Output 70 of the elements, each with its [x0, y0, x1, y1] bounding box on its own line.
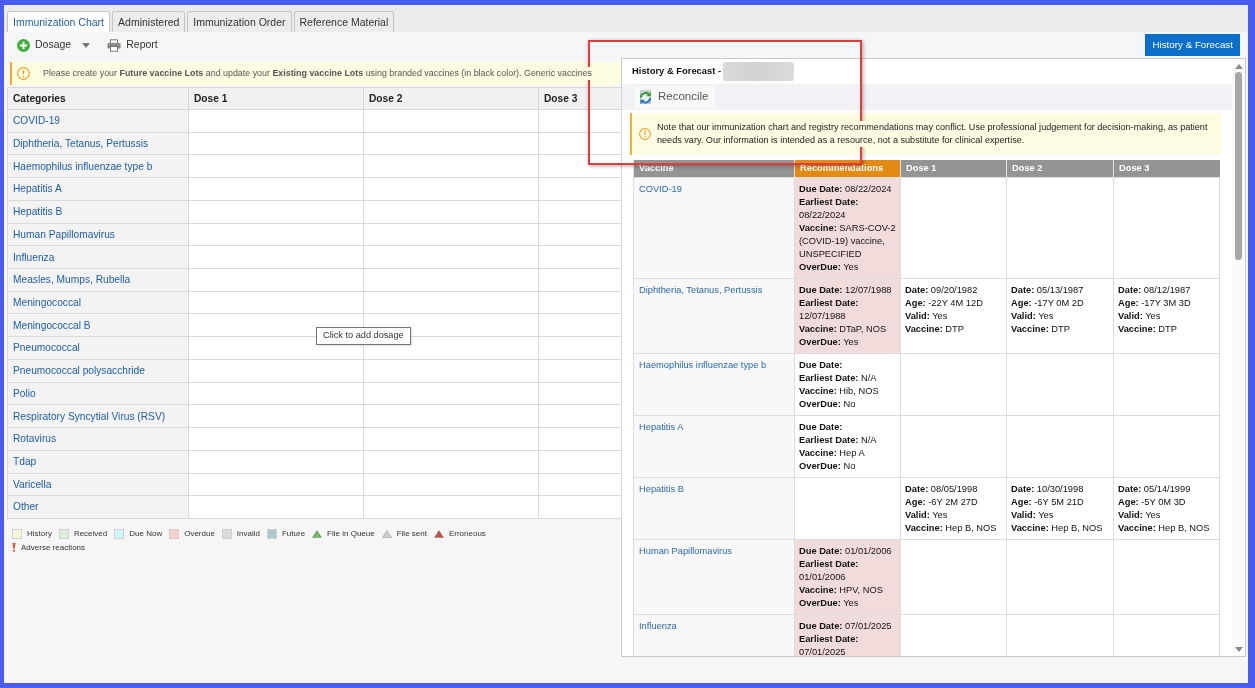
category-link[interactable]: Tdap — [13, 456, 37, 467]
notice-text: Please create your Future vaccine Lots and update your Existing vaccine Lots using branded vaccines (in black color). Generic vaccines — [43, 66, 593, 81]
legend-label: File in Queue — [327, 527, 375, 540]
legend-label: History — [27, 527, 52, 540]
reconcile-button[interactable]: Reconcile — [634, 86, 715, 108]
report-button[interactable]: Report — [107, 37, 158, 53]
dose-cell: Date: 05/14/1999 Age: -5Y 0M 3D Valid: Yes Vaccine: Hep B, NOS — [1113, 477, 1220, 539]
recommendation-cell: Due Date: Earliest Date: N/A Vaccine: Hib, NOS OverDue: No — [794, 353, 901, 415]
tab[interactable]: Immunization Chart — [7, 11, 111, 32]
recommendation-cell: Due Date: 12/07/1988 Earliest Date: 12/07/1988 Vaccine: DTaP, NOS OverDue: Yes — [794, 278, 901, 353]
vaccine-link[interactable]: Human Papillomavirus — [639, 545, 732, 556]
category-link[interactable]: Rotavirus — [13, 433, 57, 445]
alert-icon — [639, 128, 651, 140]
tab[interactable]: Reference Material — [293, 11, 395, 32]
column-header: Recommendations — [794, 160, 901, 177]
category-link[interactable]: Hepatitis B — [13, 206, 63, 218]
category-link[interactable]: Influenza — [13, 251, 55, 263]
category-link[interactable]: Varicella — [13, 478, 52, 490]
dose-cell: Date: 10/30/1998 Age: -6Y 5M 21D Valid: Yes Vaccine: Hep B, NOS — [1006, 477, 1114, 539]
legend-label: Overdue — [184, 527, 215, 540]
down-arrow-icon — [1234, 647, 1243, 652]
vaccine-link[interactable]: COVID-19 — [639, 183, 682, 194]
column-header: Dose 3 — [1113, 160, 1220, 177]
dose-cell: Date: 05/13/1987 Age: -17Y 0M 2D Valid: Yes Vaccine: DTP — [1006, 278, 1114, 353]
legend-label: File sent — [396, 527, 427, 540]
column-header: Dose 1 — [900, 160, 1007, 177]
recommendation-cell: Due Date: 07/01/2025 Earliest Date: 07/01/2025 — [794, 614, 901, 656]
category-link[interactable]: Other — [13, 501, 39, 513]
printer-icon — [107, 38, 122, 52]
column-header: Categories — [7, 87, 189, 110]
category-link[interactable]: COVID-19 — [13, 115, 60, 127]
blurred-block — [723, 62, 795, 81]
legend-label: Future — [281, 527, 306, 540]
legend-label: Adverse reactions — [21, 541, 86, 554]
dose-cell: Date: 08/05/1998 Age: -6Y 2M 27D Valid: Yes Vaccine: Hep B, NOS — [900, 477, 1007, 539]
tab[interactable]: Immunization Order — [187, 11, 292, 32]
column-header: Dose 3 — [538, 87, 622, 110]
column-header: Dose 1 — [188, 87, 364, 110]
tab[interactable]: Administered — [112, 11, 186, 32]
up-arrow-icon — [1234, 64, 1243, 69]
category-link[interactable]: Hepatitis A — [13, 183, 62, 195]
legend-label: Due Now — [129, 527, 163, 540]
panel-title: History & Forecast - — [632, 64, 722, 79]
scrollbar[interactable] — [1232, 59, 1245, 656]
sync-icon — [638, 89, 653, 105]
column-header: Dose 2 — [363, 87, 539, 110]
vaccine-link[interactable]: Hepatitis B — [639, 483, 684, 494]
alert-icon — [17, 67, 30, 80]
dose-cell: Date: 08/12/1987 Age: -17Y 3M 3D Valid: Yes Vaccine: DTP — [1113, 278, 1220, 353]
history-forecast-button[interactable]: History & Forecast — [1145, 34, 1240, 56]
recommendation-cell: Due Date: Earliest Date: N/A Vaccine: Hep A OverDue: No — [794, 415, 901, 477]
tooltip: Click to add dosage — [316, 327, 411, 345]
column-header: Dose 2 — [1006, 160, 1114, 177]
vaccine-link[interactable]: Influenza — [639, 620, 677, 631]
scrollbar-thumb[interactable] — [1235, 72, 1242, 260]
legend-label: Erroneous — [448, 527, 486, 540]
legend-label: Received — [73, 527, 108, 540]
dosage-button[interactable]: Dosage — [17, 37, 91, 53]
category-link[interactable]: Polio — [13, 387, 36, 399]
vaccine-link[interactable]: Haemophilus influenzae type b — [639, 359, 767, 370]
category-link[interactable]: Pneumococcal — [13, 342, 80, 354]
recommendation-cell: Due Date: 01/01/2006 Earliest Date: 01/01/2006 Vaccine: HPV, NOS OverDue: Yes — [794, 539, 901, 614]
vaccine-link[interactable]: Hepatitis A — [639, 421, 684, 432]
add-icon — [17, 38, 30, 52]
category-link[interactable]: Meningococcal — [13, 296, 81, 308]
legend-label: Invalid — [236, 527, 260, 540]
recommendation-cell: Due Date: 08/22/2024 Earliest Date: 08/22/2024 Vaccine: SARS-COV-2 (COVID-19) vaccine, UNSPECIFIED OverDue: Yes — [794, 177, 901, 278]
dose-cell: Date: 09/20/1982 Age: -22Y 4M 12D Valid: Yes Vaccine: DTP — [900, 278, 1007, 353]
caret-icon — [82, 42, 91, 48]
vaccine-link[interactable]: Diphtheria, Tetanus, Pertussis — [639, 284, 763, 295]
